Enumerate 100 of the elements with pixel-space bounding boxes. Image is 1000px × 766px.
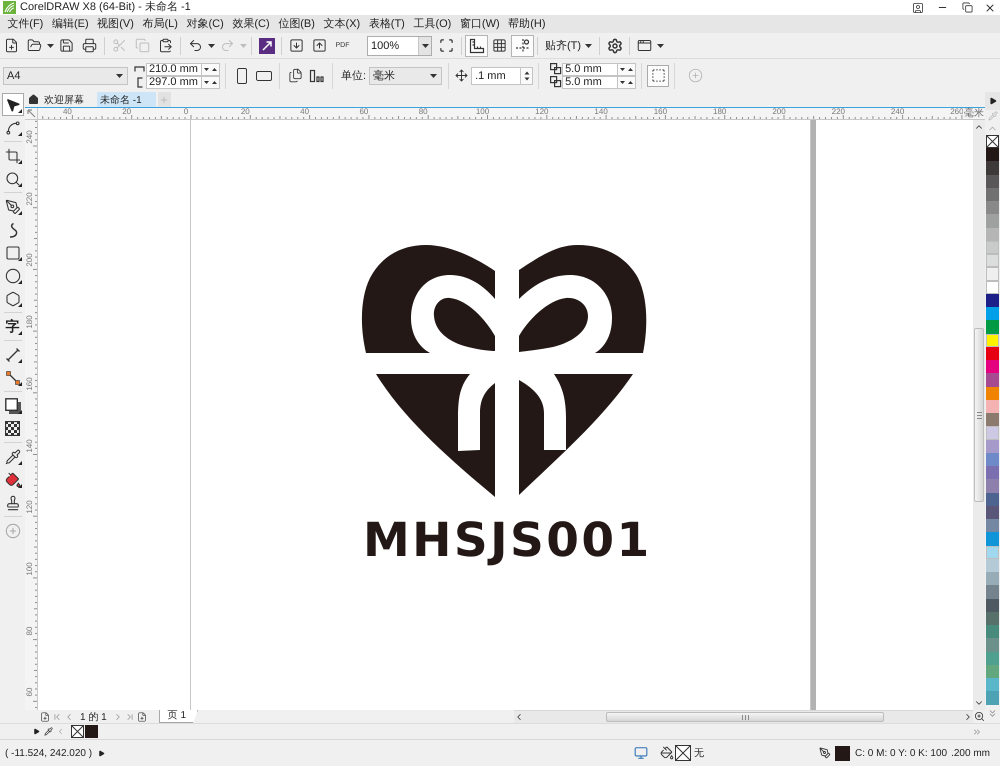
no-color-swatch-icon[interactable] [71,725,84,738]
color-swatch-icon[interactable] [986,426,999,440]
spin-arrows-icon[interactable] [524,70,530,82]
no-color-swatch-icon[interactable] [986,135,999,148]
menu-item[interactable]: 文件(F) [3,15,48,33]
rulers-toggle[interactable] [465,34,488,56]
caret-icon[interactable] [585,44,592,48]
units-combo[interactable]: 毫米 [369,66,442,84]
menu-item[interactable]: 位图(B) [274,15,320,33]
color-swatch-icon[interactable] [986,228,999,241]
color-swatch-icon[interactable] [986,598,999,612]
color-swatch-icon[interactable] [986,346,999,360]
fill-bucket-icon[interactable] [660,746,674,760]
snap-dropdown[interactable]: 贴齐(T) [541,34,596,56]
menu-item[interactable]: 工具(O) [409,15,456,33]
spin-arrows-icon[interactable] [619,66,634,72]
scroll-thumb[interactable] [974,328,984,502]
width-field[interactable]: 210.0 mm [146,62,202,76]
spin-arrows-icon[interactable] [619,80,634,84]
caret-icon[interactable] [116,74,123,78]
menu-item[interactable]: 效果(C) [228,15,274,33]
zoom-icon[interactable] [974,711,984,722]
color-swatch-icon[interactable] [986,360,999,374]
spin-arrows-icon[interactable] [203,66,218,72]
color-swatch-icon[interactable] [986,254,999,268]
caret-icon[interactable] [657,44,664,48]
color-swatch-icon[interactable] [986,413,999,426]
arrow-right-icon[interactable] [33,728,40,735]
color-swatch-icon[interactable] [986,519,999,532]
color-swatch-icon[interactable] [986,492,999,506]
color-swatch-icon[interactable] [986,214,999,228]
color-swatch-icon[interactable] [986,161,999,174]
spin-arrows-icon[interactable] [203,80,218,84]
monitor-icon[interactable] [634,746,648,760]
ruler-origin-icon[interactable] [26,109,36,118]
menu-item[interactable]: 帮助(H) [504,15,550,33]
menu-item[interactable]: 视图(V) [92,15,138,33]
color-swatch-icon[interactable] [986,532,999,546]
menu-item[interactable]: 编辑(E) [48,15,93,33]
zoom-combo[interactable]: 100% [367,36,432,56]
page-tab[interactable]: 页 1 [158,710,198,723]
duplicate-y-field[interactable]: 5.0 mm [562,76,618,88]
add-page-icon[interactable] [136,712,147,722]
color-swatch-icon[interactable] [986,240,999,254]
ruler-label: 100 [476,108,490,116]
page-size-combo[interactable]: A4 [3,66,128,84]
color-swatch-icon[interactable] [986,307,999,320]
menu-item[interactable]: 对象(C) [182,15,228,33]
color-swatch-icon[interactable] [986,506,999,519]
color-swatch-icon[interactable] [986,546,999,559]
color-swatch-icon[interactable] [986,585,999,598]
color-swatch-icon[interactable] [986,691,999,704]
no-fill-swatch-icon [675,745,691,761]
color-swatch-icon[interactable] [986,148,999,162]
eyedropper-icon[interactable] [44,727,53,736]
color-swatch-icon[interactable] [85,725,98,738]
caret-icon[interactable] [208,44,215,48]
color-swatch-icon[interactable] [986,188,999,201]
arrow-right-icon[interactable] [98,750,106,756]
caret-icon[interactable] [430,74,438,78]
color-swatch-icon[interactable] [986,572,999,586]
vertical-scrollbar[interactable] [973,120,985,710]
color-swatch-icon[interactable] [986,479,999,492]
color-swatch-icon[interactable] [986,612,999,625]
menu-item[interactable]: 文本(X) [319,15,364,33]
menu-item[interactable]: 表格(T) [364,15,410,33]
caret-icon[interactable] [47,44,54,48]
color-swatch-icon[interactable] [986,452,999,466]
menu-item[interactable]: 布局(L) [138,15,182,33]
scroll-thumb[interactable] [606,712,884,722]
color-swatch-icon[interactable] [986,267,999,280]
menu-item[interactable]: 窗口(W) [456,15,504,33]
color-swatch-icon[interactable] [986,638,999,652]
color-swatch-icon[interactable] [986,625,999,638]
color-swatch-icon[interactable] [986,280,999,294]
color-swatch-icon[interactable] [986,294,999,307]
color-swatch-icon[interactable] [986,440,999,453]
color-swatch-icon[interactable] [986,201,999,214]
caret-icon[interactable] [422,44,428,48]
color-swatch-icon[interactable] [986,664,999,678]
color-swatch-icon[interactable] [986,334,999,347]
add-page-icon[interactable] [40,712,50,722]
horizontal-scrollbar[interactable] [514,710,973,723]
pick-tool-button[interactable] [2,93,24,116]
color-swatch-icon[interactable] [986,320,999,334]
document-tab[interactable]: 未命名 -1 [97,92,156,107]
nudge-field[interactable]: .1 mm [471,66,522,84]
height-field[interactable]: 297.0 mm [146,76,202,88]
frame-button[interactable] [647,64,670,86]
guides-toggle[interactable] [511,34,534,56]
fill-value: 无 [694,747,704,760]
color-swatch-icon[interactable] [986,373,999,386]
arrow-right-icon [988,97,996,105]
color-swatch-icon[interactable] [986,386,999,400]
color-swatch-icon[interactable] [986,466,999,480]
color-swatch-icon[interactable] [986,174,999,188]
color-swatch-icon[interactable] [986,652,999,665]
palette-menu-button[interactable] [985,92,1000,110]
duplicate-x-field[interactable]: 5.0 mm [562,62,618,76]
color-swatch-icon[interactable] [986,678,999,692]
